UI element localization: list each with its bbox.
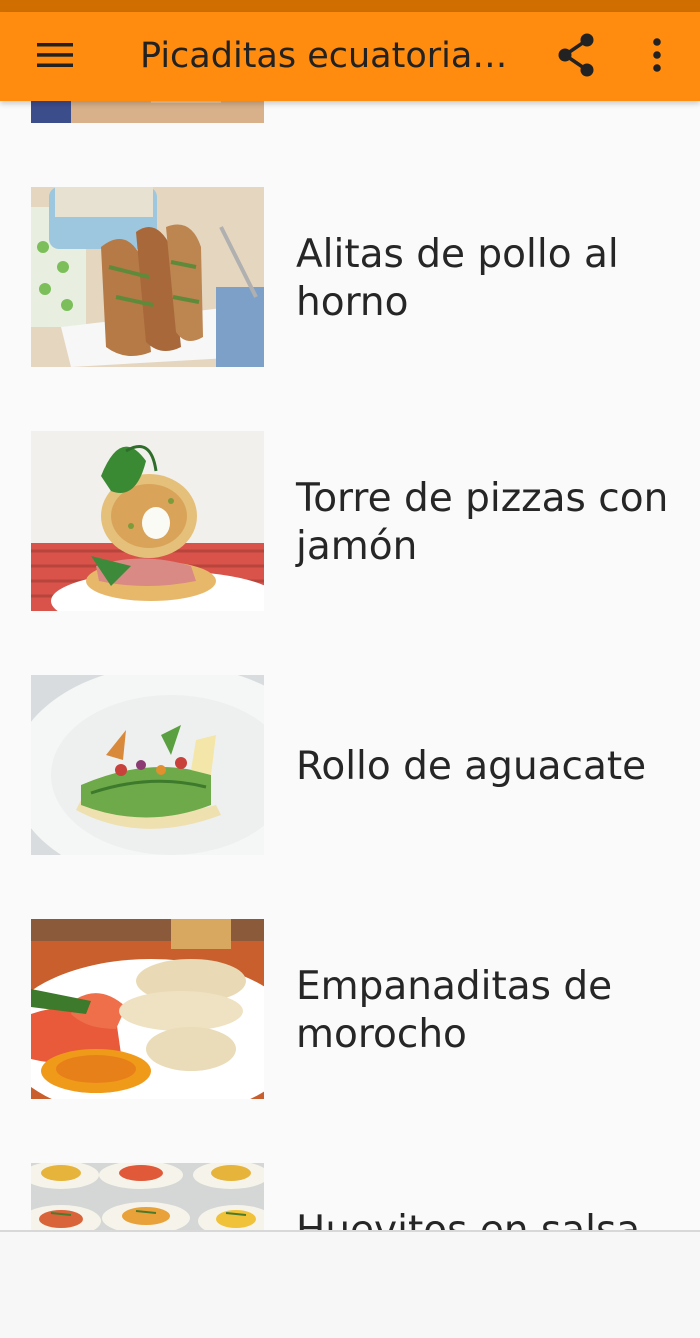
hamburger-menu-icon	[37, 43, 73, 67]
recipe-image	[31, 1163, 264, 1231]
bottom-ad-area	[0, 1230, 700, 1338]
recipe-item[interactable]: Alitas de pollo al horno	[0, 187, 700, 367]
recipe-title: Empanaditas de morocho	[296, 964, 613, 1057]
recipe-item[interactable]: Torre de pizzas con jamón	[0, 431, 700, 611]
recipe-title: Alitas de pollo al horno	[296, 232, 619, 325]
share-icon	[558, 33, 594, 77]
recipe-list[interactable]: Alitas de pollo al horno Torre de pizzas…	[0, 101, 700, 1231]
recipe-image	[31, 675, 264, 855]
recipe-item[interactable]: Rollo de aguacate	[0, 675, 700, 855]
recipe-title: Rollo de aguacate	[296, 744, 647, 789]
recipe-item[interactable]: Empanaditas de morocho	[0, 919, 700, 1099]
recipe-item[interactable]: Huevitos en salsa	[0, 1163, 700, 1231]
recipe-image	[31, 431, 264, 611]
app-title: Picaditas ecuatorianas	[140, 36, 520, 76]
recipe-image	[31, 919, 264, 1099]
status-bar	[0, 0, 700, 12]
app-bar: Picaditas ecuatorianas	[0, 12, 700, 101]
recipe-title: Huevitos en salsa	[296, 1208, 641, 1231]
recipe-title: Torre de pizzas con jamón	[296, 476, 669, 569]
menu-button[interactable]	[22, 22, 88, 88]
more-options-button[interactable]	[630, 22, 684, 88]
more-vert-icon	[653, 38, 661, 72]
share-button[interactable]	[545, 22, 607, 88]
recipe-image	[31, 187, 264, 367]
